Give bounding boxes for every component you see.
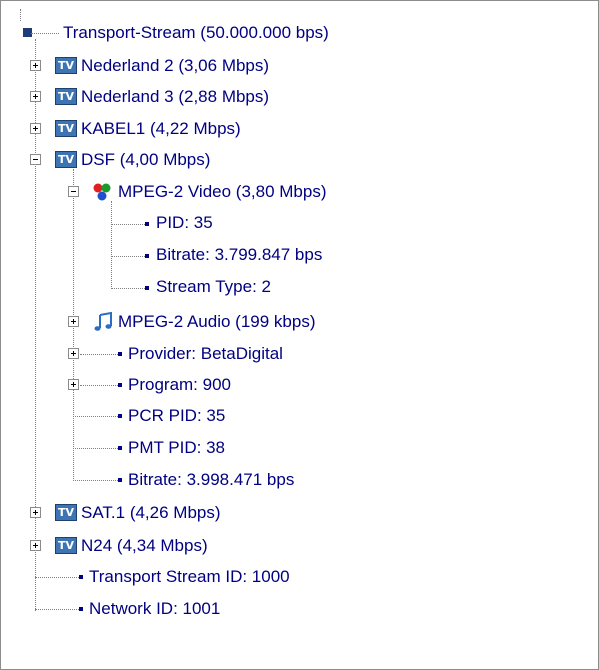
transport-stream-tree[interactable]: Transport-Stream (50.000.000 bps) TV Ned… — [0, 0, 599, 670]
music-note-icon — [94, 312, 112, 331]
tree-item-label: Nederland 2 (3,06 Mbps) — [81, 56, 270, 75]
tree-item-label: Provider: BetaDigital — [128, 344, 283, 363]
leaf-node-icon — [118, 352, 122, 356]
tree-item-label: SAT.1 (4,26 Mbps) — [81, 503, 221, 522]
tree-item-label: KABEL1 (4,22 Mbps) — [81, 119, 241, 138]
leaf-node-icon — [145, 222, 149, 226]
tv-icon: TV — [55, 120, 77, 137]
tree-line — [20, 9, 21, 21]
expand-plus-icon[interactable] — [68, 316, 79, 327]
tree-item-label: N24 (4,34 Mbps) — [81, 536, 208, 555]
expand-plus-icon[interactable] — [30, 123, 41, 134]
tree-item-label: Transport Stream ID: 1000 — [89, 567, 290, 586]
tree-item-label: Bitrate: 3.799.847 bps — [156, 245, 323, 264]
collapse-minus-icon[interactable] — [68, 186, 79, 197]
tree-item-label: Program: 900 — [128, 375, 231, 394]
leaf-node-icon — [118, 414, 122, 418]
leaf-node-icon — [145, 254, 149, 258]
tv-icon: TV — [55, 57, 77, 74]
expand-plus-icon[interactable] — [30, 60, 41, 71]
tv-icon: TV — [55, 151, 77, 168]
tree-item-label: PID: 35 — [156, 213, 213, 232]
video-rgb-icon — [93, 183, 111, 201]
tree-item-label: Nederland 3 (2,88 Mbps) — [81, 87, 270, 106]
expand-plus-icon[interactable] — [30, 507, 41, 518]
tree-item-label: MPEG-2 Video (3,80 Mbps) — [118, 182, 327, 201]
tv-icon: TV — [55, 537, 77, 554]
tree-line — [111, 201, 112, 289]
root-label: Transport-Stream (50.000.000 bps) — [63, 23, 329, 42]
expand-plus-icon[interactable] — [30, 91, 41, 102]
tree-item-label: PCR PID: 35 — [128, 406, 226, 425]
tv-icon: TV — [55, 504, 77, 521]
tree-item-label: Network ID: 1001 — [89, 599, 221, 618]
tree-item-label: Stream Type: 2 — [156, 277, 271, 296]
leaf-node-icon — [118, 478, 122, 482]
leaf-node-icon — [118, 383, 122, 387]
tv-icon: TV — [55, 88, 77, 105]
leaf-node-icon — [79, 607, 83, 611]
leaf-node-icon — [145, 286, 149, 290]
tree-item-label: MPEG-2 Audio (199 kbps) — [118, 312, 316, 331]
collapse-minus-icon[interactable] — [30, 154, 41, 165]
tree-item-label: Bitrate: 3.998.471 bps — [128, 470, 295, 489]
tree-item-label: PMT PID: 38 — [128, 438, 225, 457]
leaf-node-icon — [118, 446, 122, 450]
leaf-node-icon — [79, 575, 83, 579]
expand-plus-icon[interactable] — [68, 379, 79, 390]
expand-plus-icon[interactable] — [68, 348, 79, 359]
tree-item-label: DSF (4,00 Mbps) — [81, 150, 211, 169]
expand-plus-icon[interactable] — [30, 540, 41, 551]
